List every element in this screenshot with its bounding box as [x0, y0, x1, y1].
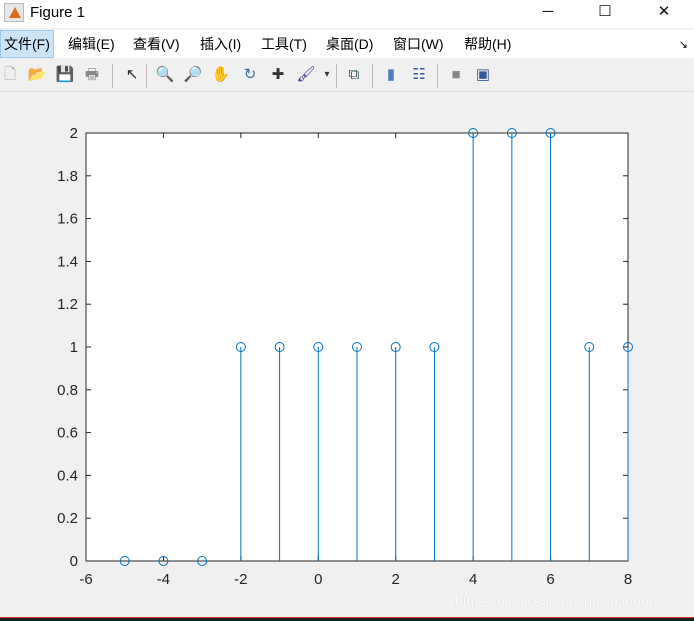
y-tick-label: 0.8: [57, 382, 78, 399]
y-tick-label: 1.4: [57, 253, 78, 270]
x-tick-label: -6: [79, 571, 92, 588]
x-tick-label: 8: [624, 571, 632, 588]
y-tick-label: 0.2: [57, 510, 78, 527]
y-tick-label: 1.6: [57, 211, 78, 228]
x-tick-label: -4: [157, 571, 170, 588]
y-tick-label: 1.8: [57, 168, 78, 185]
y-tick-label: 1.2: [57, 296, 78, 313]
x-tick-label: 2: [392, 571, 400, 588]
watermark: https://blog.csdn.net/haichao666: [455, 593, 657, 609]
x-tick-label: 6: [546, 571, 554, 588]
y-tick-label: 0: [70, 553, 78, 570]
y-tick-label: 0.6: [57, 425, 78, 442]
x-tick-label: -2: [234, 571, 247, 588]
stem-plot[interactable]: -6 -4 -2 0 2 4 6 8 0 0.2 0.4 0.6 0.8 1 1.2 1.4 1.6 1.8 2: [0, 0, 694, 621]
x-tick-label: 0: [314, 571, 322, 588]
y-tick-label: 1: [70, 339, 78, 356]
x-tick-label: 4: [469, 571, 477, 588]
y-tick-label: 2: [70, 125, 78, 142]
y-tick-label: 0.4: [57, 467, 78, 484]
window-bottom-edge: [0, 617, 694, 621]
